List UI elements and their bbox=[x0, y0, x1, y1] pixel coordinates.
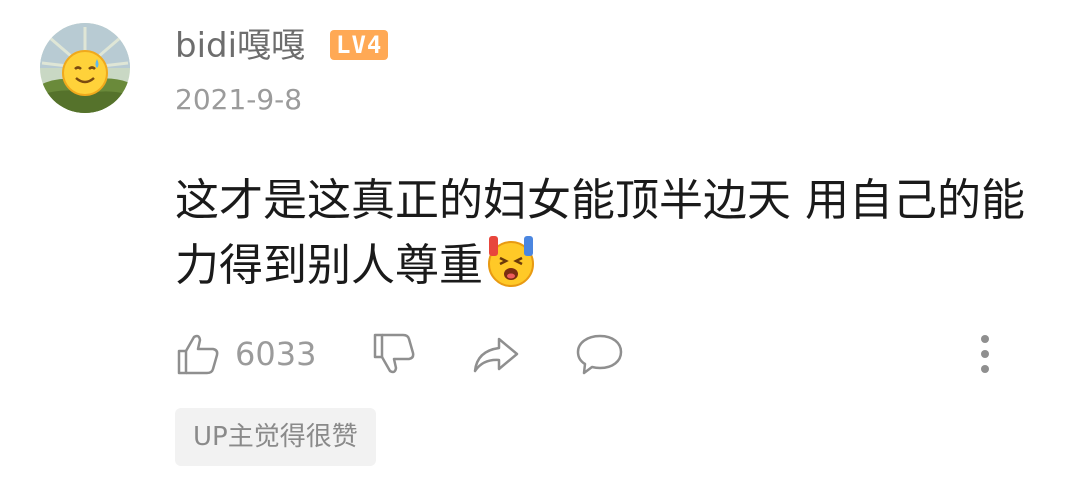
comment-card: bidi嘎嘎 LV4 2021-9-8 这才是这真正的妇女能顶半边天 用自己的能… bbox=[0, 0, 1080, 496]
dislike-button[interactable] bbox=[371, 328, 417, 380]
like-button[interactable]: 6033 bbox=[175, 328, 316, 380]
comment-date: 2021-9-8 bbox=[175, 83, 303, 116]
more-icon bbox=[981, 335, 989, 373]
like-count: 6033 bbox=[235, 335, 317, 373]
avatar[interactable] bbox=[40, 23, 130, 113]
share-button[interactable] bbox=[471, 328, 521, 380]
reply-icon bbox=[576, 334, 623, 375]
level-badge: LV4 bbox=[330, 30, 389, 60]
username[interactable]: bidi嘎嘎 bbox=[175, 24, 305, 68]
share-icon bbox=[473, 337, 519, 373]
sun-emoji-avatar-icon bbox=[40, 23, 130, 113]
thumbs-up-icon bbox=[177, 334, 219, 375]
up-liked-tag: UP主觉得很赞 bbox=[175, 408, 376, 466]
comment-text-block: 这才是这真正的妇女能顶半边天 用自己的能力得到别人尊重 bbox=[175, 170, 1055, 297]
shocked-emoji-icon bbox=[488, 236, 534, 287]
reply-button[interactable] bbox=[575, 328, 625, 380]
thumbs-down-icon bbox=[373, 333, 415, 374]
more-button[interactable] bbox=[970, 330, 1000, 378]
comment-text: 这才是这真正的妇女能顶半边天 用自己的能力得到别人尊重 bbox=[175, 175, 1025, 291]
